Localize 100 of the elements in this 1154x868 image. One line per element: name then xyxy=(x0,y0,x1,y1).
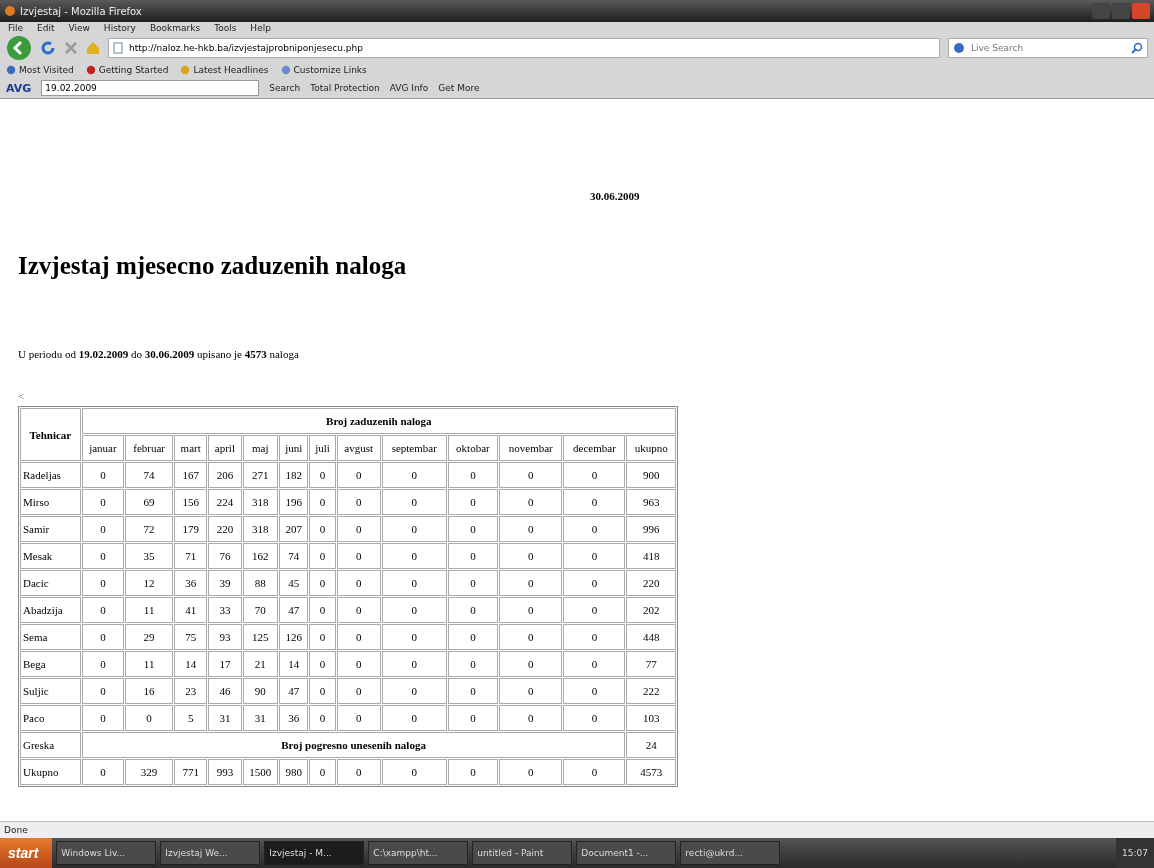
table-cell: 0 xyxy=(81,462,125,488)
table-cell: 76 xyxy=(208,543,242,569)
table-cell: 196 xyxy=(279,489,309,515)
address-field[interactable]: http://naloz.he-hkb.ba/izvjestajprobniponjesecu.php xyxy=(127,42,935,54)
taskbar-button[interactable]: Document1 -... xyxy=(576,841,677,865)
table-cell: 14 xyxy=(174,651,208,677)
table-cell: 16 xyxy=(125,678,174,704)
table-cell: 220 xyxy=(208,516,242,542)
menu-item[interactable]: File xyxy=(8,23,24,33)
header-cell: Tehnicar xyxy=(20,408,81,461)
table-cell: 46 xyxy=(208,678,242,704)
table-cell: 77 xyxy=(626,651,676,677)
clock: 15:07 xyxy=(1122,848,1148,858)
toolbar-button[interactable]: Total Protection xyxy=(310,83,380,93)
menu-item[interactable]: History xyxy=(103,23,136,33)
header-cell: juni xyxy=(279,435,309,461)
table-cell: 5 xyxy=(174,705,208,731)
search-bar[interactable]: Live Search xyxy=(948,38,1148,58)
table-cell: 29 xyxy=(125,624,174,650)
table-cell: 1500 xyxy=(242,759,279,785)
menu-item[interactable]: View xyxy=(68,23,90,33)
table-cell: 224 xyxy=(208,489,242,515)
back-link[interactable]: < xyxy=(18,390,25,402)
taskbar-button[interactable]: C:\xampp\ht... xyxy=(368,841,469,865)
back-icon[interactable] xyxy=(6,35,32,61)
table-cell: 0 xyxy=(309,759,336,785)
summary-text: U periodu od 19.02.2009 do 30.06.2009 upisano je 4573 naloga xyxy=(18,348,300,360)
table-cell: Samir xyxy=(20,516,81,542)
menu-item[interactable]: Tools xyxy=(214,23,237,33)
bookmark-link[interactable]: Latest Headlines xyxy=(193,65,269,75)
address-bar[interactable]: http://naloz.he-hkb.ba/izvjestajprobniponjesecu.php xyxy=(108,38,940,58)
table-cell: Suljic xyxy=(20,678,81,704)
table-cell: 39 xyxy=(208,570,242,596)
table-cell: 88 xyxy=(242,570,279,596)
minimize-button[interactable] xyxy=(1092,3,1110,19)
table-cell: 103 xyxy=(626,705,676,731)
header-cell: februar xyxy=(125,435,174,461)
table-cell: 0 xyxy=(336,570,381,596)
table-cell: 206 xyxy=(208,462,242,488)
search-field[interactable]: Live Search xyxy=(969,42,1127,54)
close-button[interactable] xyxy=(1132,3,1150,19)
header-cell: maj xyxy=(242,435,279,461)
table-cell: 0 xyxy=(381,543,447,569)
taskbar-button[interactable]: Izvjestaj We... xyxy=(160,841,261,865)
toolbar-field[interactable]: 19.02.2009 xyxy=(41,80,260,96)
taskbar-button[interactable]: untitled - Paint xyxy=(472,841,573,865)
table-cell: 0 xyxy=(447,597,499,623)
table-cell: 0 xyxy=(336,543,381,569)
table-cell: 0 xyxy=(309,678,336,704)
toolbar-button[interactable]: AVG Info xyxy=(389,83,429,93)
table-cell: Radeljas xyxy=(20,462,81,488)
header-cell: avgust xyxy=(336,435,381,461)
table-cell: 0 xyxy=(499,489,563,515)
table-cell: 0 xyxy=(499,516,563,542)
table-cell: 207 xyxy=(279,516,309,542)
restore-button[interactable] xyxy=(1112,3,1130,19)
reload-icon[interactable] xyxy=(40,40,56,56)
table-cell: 0 xyxy=(81,651,125,677)
search-icon[interactable] xyxy=(1131,42,1143,54)
table-cell: 418 xyxy=(626,543,676,569)
table-cell: 0 xyxy=(381,651,447,677)
table-cell: 41 xyxy=(174,597,208,623)
taskbar-button[interactable]: recti@ukrd... xyxy=(680,841,781,865)
table-cell: 0 xyxy=(563,462,626,488)
table-cell: 0 xyxy=(499,543,563,569)
table-cell: 0 xyxy=(336,624,381,650)
table-cell: 0 xyxy=(81,570,125,596)
menu-item[interactable]: Edit xyxy=(37,23,55,33)
start-button[interactable]: start xyxy=(0,838,53,868)
toolbar-button[interactable]: Get More xyxy=(438,83,480,93)
table-cell: 162 xyxy=(242,543,279,569)
taskbar-button[interactable]: Windows Liv... xyxy=(56,841,157,865)
bookmark-link[interactable]: Most Visited xyxy=(19,65,74,75)
taskbar-button[interactable]: Izvjestaj - M... xyxy=(264,841,365,865)
table-cell: 0 xyxy=(447,570,499,596)
bookmark-link[interactable]: Customize Links xyxy=(293,65,367,75)
window-title: Izvjestaj - Mozilla Firefox xyxy=(20,5,142,17)
table-cell: 963 xyxy=(626,489,676,515)
table-cell: 14 xyxy=(279,651,309,677)
home-icon[interactable] xyxy=(86,41,100,55)
table-cell: 0 xyxy=(381,516,447,542)
table-cell: 0 xyxy=(81,516,125,542)
stop-icon[interactable] xyxy=(64,41,78,55)
table-cell: Broj pogresno unesenih naloga xyxy=(81,732,626,758)
table-cell: 0 xyxy=(309,570,336,596)
menu-item[interactable]: Bookmarks xyxy=(149,23,201,33)
menu-item[interactable]: Help xyxy=(250,23,271,33)
table-cell: 11 xyxy=(125,597,174,623)
toolbar-button[interactable]: Search xyxy=(269,83,301,93)
table-cell: 0 xyxy=(563,489,626,515)
table-cell: 74 xyxy=(125,462,174,488)
table-cell: Sema xyxy=(20,624,81,650)
table-cell: 0 xyxy=(447,678,499,704)
bookmark-link[interactable]: Getting Started xyxy=(98,65,169,75)
table-cell: Paco xyxy=(20,705,81,731)
table-cell: 71 xyxy=(174,543,208,569)
table-cell: 75 xyxy=(174,624,208,650)
header-cell: ukupno xyxy=(626,435,676,461)
table-cell: 0 xyxy=(81,624,125,650)
table-cell: 17 xyxy=(208,651,242,677)
